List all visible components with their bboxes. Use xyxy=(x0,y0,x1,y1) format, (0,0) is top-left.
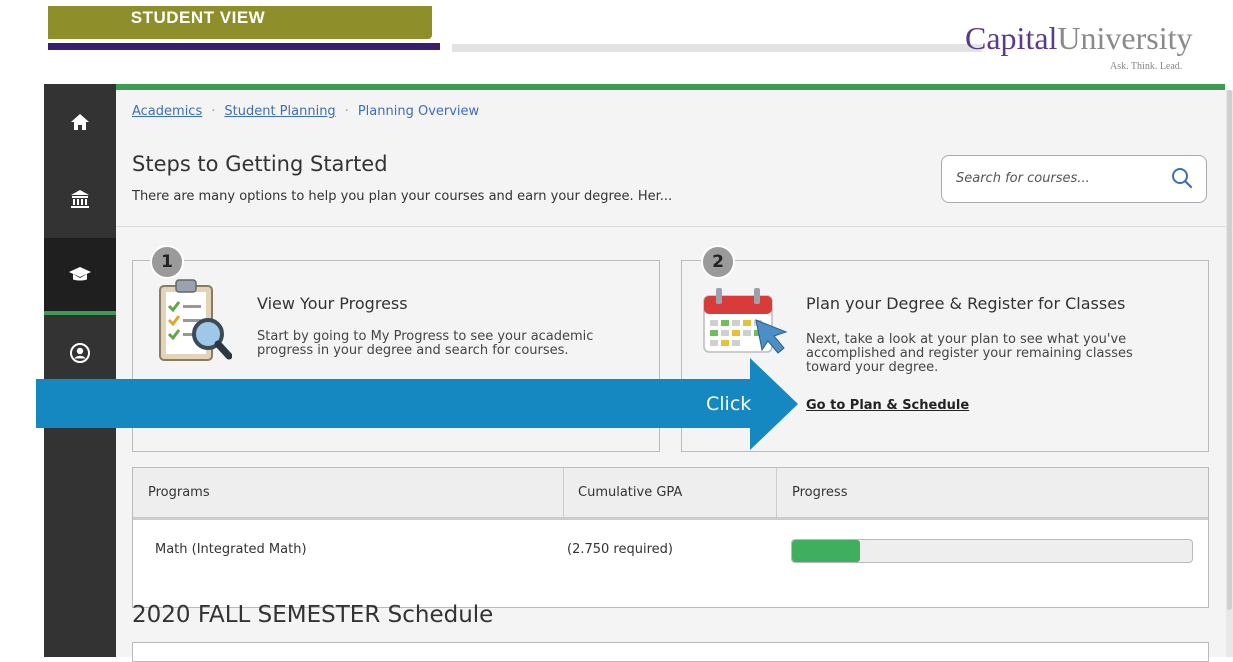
sidebar xyxy=(44,84,116,657)
program-progress-fill xyxy=(792,540,860,562)
clipboard-magnifier-icon xyxy=(156,278,233,374)
program-gpa: (2.750 required) xyxy=(567,542,673,557)
logo-word-university: University xyxy=(1057,20,1193,56)
step-desc-progress-line2: progress in your degree and search for c… xyxy=(257,343,569,358)
university-logo: CapitalUniversity xyxy=(965,20,1193,56)
step-number-2: 2 xyxy=(701,245,735,279)
breadcrumb-student-planning[interactable]: Student Planning xyxy=(224,104,335,119)
step-title-plan: Plan your Degree & Register for Classes xyxy=(806,294,1126,313)
home-icon[interactable] xyxy=(44,112,116,137)
step-desc-progress-line1: Start by going to My Progress to see you… xyxy=(257,329,594,344)
column-divider xyxy=(563,468,564,519)
program-progress-bar[interactable] xyxy=(791,539,1193,563)
breadcrumb: Academics · Student Planning · Planning Over… xyxy=(132,104,480,119)
breadcrumb-academics[interactable]: Academics xyxy=(132,104,202,119)
search-icon[interactable] xyxy=(1170,166,1194,190)
program-name[interactable]: Math (Integrated Math) xyxy=(155,542,307,557)
institution-icon[interactable] xyxy=(44,188,116,215)
column-header-gpa: Cumulative GPA xyxy=(578,485,683,500)
column-header-programs: Programs xyxy=(148,485,210,500)
step-desc-plan-line2: accomplished and register your remaining… xyxy=(806,346,1133,361)
university-tagline: Ask. Think. Lead. xyxy=(1110,61,1183,72)
student-view-label: STUDENT VIEW xyxy=(130,8,266,27)
user-icon[interactable] xyxy=(44,343,116,368)
breadcrumb-planning-overview: Planning Overview xyxy=(357,104,480,119)
column-divider xyxy=(776,468,777,519)
graduation-cap-icon[interactable] xyxy=(44,265,116,289)
page-subtitle: There are many options to help you plan … xyxy=(132,189,673,204)
tutorial-arrow-body xyxy=(36,379,752,428)
step-desc-plan-line3: toward your degree. xyxy=(806,360,939,375)
calendar-cursor-icon xyxy=(702,286,788,362)
search-placeholder: Search for courses... xyxy=(956,171,1090,186)
scrollbar-thumb[interactable] xyxy=(1227,90,1232,610)
logo-word-capital: Capital xyxy=(965,20,1058,56)
step-desc-plan-line1: Next, take a look at your plan to see wh… xyxy=(806,332,1127,347)
tutorial-arrow-head xyxy=(750,358,798,450)
go-to-plan-schedule-link[interactable]: Go to Plan & Schedule xyxy=(806,398,969,413)
schedule-title: 2020 FALL SEMESTER Schedule xyxy=(132,602,494,628)
page-title: Steps to Getting Started xyxy=(132,152,388,176)
column-header-progress: Progress xyxy=(792,485,848,500)
schedule-table xyxy=(132,642,1209,662)
banner-divider-purple xyxy=(48,43,440,50)
step-title-progress: View Your Progress xyxy=(257,294,408,313)
sidebar-active-indicator xyxy=(44,311,116,315)
step-number-1: 1 xyxy=(150,245,184,279)
tutorial-arrow-label: Click xyxy=(706,393,752,415)
banner-divider-grey xyxy=(452,44,982,52)
